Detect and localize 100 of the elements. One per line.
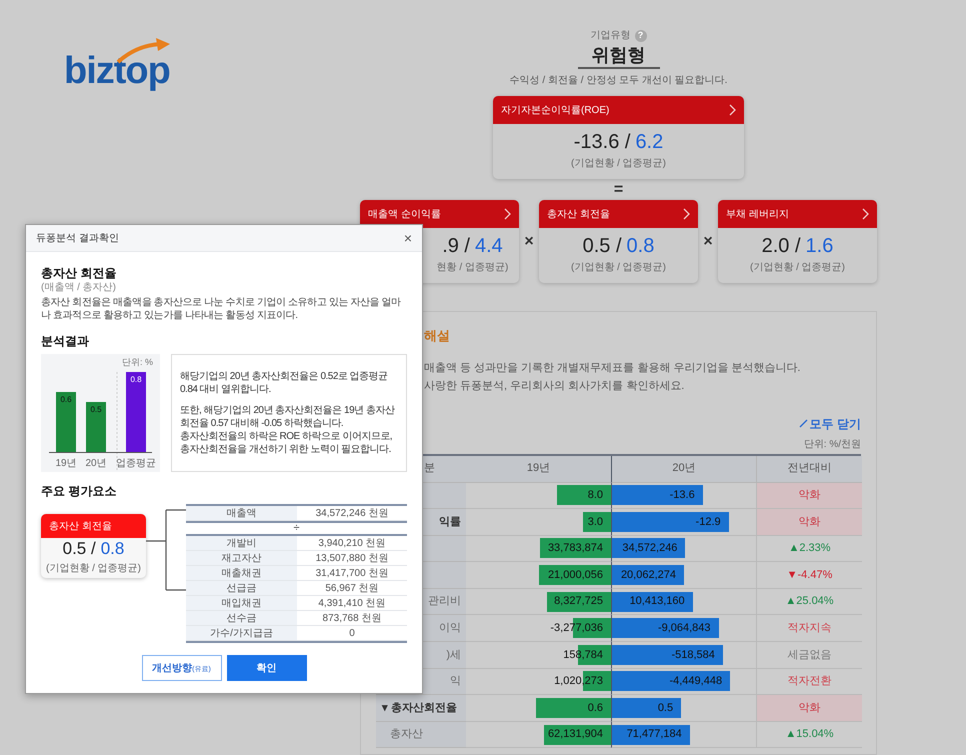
change-value: 세금없음 <box>788 648 832 663</box>
table-cell-text: 0 <box>348 627 356 640</box>
change-value: 악화 <box>798 700 820 716</box>
value-caption: (기업현황 / 업종평균) <box>750 261 845 275</box>
bar-value: 10,413,160 <box>630 594 686 610</box>
section-title: 주요 평가요소 <box>41 483 118 500</box>
bar-value: -13.6 <box>670 488 696 504</box>
row-label: ▾ 총자산회전율 <box>376 695 466 722</box>
change-value: ▼-4.47% <box>786 568 832 583</box>
average-value: 0.8 <box>100 540 124 557</box>
chart-bar <box>56 392 76 452</box>
divide-sign: ÷ <box>186 521 407 536</box>
section-title: 해설 <box>423 327 451 345</box>
average-value: 4.4 <box>474 236 503 256</box>
bar-value: -9,064,843 <box>658 621 712 636</box>
category-label: 19년 <box>55 458 77 469</box>
value-caption: (기업현황 / 업종평균) <box>46 562 141 576</box>
bar-value: 0.5 <box>658 700 674 716</box>
column-header: 20년 <box>611 456 756 482</box>
table-cell: 가수/가지급금 <box>186 626 297 640</box>
logo: biztop <box>64 52 170 90</box>
chevron-right-icon <box>504 208 511 220</box>
type-summary: 수익성 / 회전율 / 안정성 모두 개선이 필요합니다. <box>508 74 728 88</box>
times-sign: × <box>524 232 534 252</box>
intro-text: 사랑한 듀퐁분석, 우리회사의 회사가치를 확인하세요. <box>424 379 686 394</box>
formula-text: (매출액 / 총자산) <box>41 282 117 294</box>
table-cell: 선급금 <box>186 581 297 595</box>
bar-value: 8.0 <box>588 488 604 504</box>
column-header: 전년대비 <box>756 456 862 482</box>
chevron-right-icon <box>729 104 736 116</box>
change-value: ▲15.04% <box>785 727 834 742</box>
data-label: 0.8 <box>130 375 142 384</box>
bar-value: 3.0 <box>588 514 604 530</box>
company-value: .9 / <box>442 236 470 256</box>
description-text: 총자산 회전율은 매출액을 총자산으로 나눈 수치로 기업이 소유하고 있는 자산을 얼마나 효과적으로 활용하고 있는가를 나타내는 활동성 지표이다. <box>41 296 402 322</box>
metric-card[interactable]: 부채 레버리지 2.0 / 1.6 (기업현황 / 업종평균) <box>718 200 877 283</box>
average-value: 1.6 <box>806 236 834 256</box>
bar-value: 20,062,274 <box>620 568 677 583</box>
data-label: 0.6 <box>60 395 72 404</box>
change-value: 악화 <box>798 514 820 530</box>
card-title: 총자산 회전율 <box>49 520 112 534</box>
table-cell: 매출액 <box>186 506 297 520</box>
table-cell-text: 31,417,700 천원 <box>314 567 390 580</box>
equals-sign: = <box>612 180 624 200</box>
bar-value: -518,584 <box>671 648 716 663</box>
chart-bar <box>86 402 106 452</box>
change-value: 악화 <box>798 488 820 504</box>
metric-card[interactable]: 총자산 회전율 0.5 / 0.8 (기업현황 / 업종평균) <box>539 200 698 283</box>
table-cell: 선수금 <box>186 611 297 625</box>
section-title: 분석결과 <box>41 333 90 350</box>
value-caption: (기업현황 / 업종평균) <box>571 157 666 171</box>
close-button[interactable]: × <box>404 231 412 245</box>
data-label: 0.5 <box>90 405 102 414</box>
intro-text: 매출액 등 성과만을 기록한 개별재무제표를 활용해 우리기업을 분석했습니다. <box>424 360 802 376</box>
company-value: -13.6 / <box>574 132 630 152</box>
company-value: 0.5 / <box>62 540 96 557</box>
category-label: 업종평균 <box>116 458 156 469</box>
company-value: 0.5 / <box>582 236 622 256</box>
change-value: ▲25.04% <box>785 594 834 610</box>
bar-value: -4,449,448 <box>669 674 724 690</box>
chevron-right-icon <box>683 208 690 220</box>
bar-value: 33,783,874 <box>548 541 604 556</box>
chevron-right-icon <box>862 208 869 220</box>
average-value: 0.8 <box>626 236 654 256</box>
bar-value: 8,327,725 <box>554 594 604 610</box>
metric-heading: 총자산 회전율 <box>41 265 118 282</box>
column-header: 19년 <box>466 456 611 482</box>
row-label: 총자산 <box>376 722 466 748</box>
average-value: 6.2 <box>635 132 664 152</box>
type-value: 위험형 <box>578 43 660 69</box>
confirm-button[interactable]: 확인 <box>226 655 306 681</box>
bar-value: -12.9 <box>696 514 722 530</box>
unit-label: 단위: % <box>122 357 153 367</box>
metric-card[interactable]: 자기자본순이익률(ROE) -13.6 / 6.2 (기업현황 / 업종평균) <box>493 96 744 179</box>
bar-value: 62,131,904 <box>548 727 604 742</box>
card-title: 자기자본순이익률(ROE) <box>501 104 610 118</box>
bar-value: 0.6 <box>588 700 604 716</box>
company-value: 2.0 / <box>762 236 801 256</box>
value-caption: (기업현황 / 업종평균) <box>571 261 666 275</box>
analysis-text: 또한, 해당기업의 20년 총자산회전율은 19년 총자산회전율 0.57 대비해 -0.05 하락했습니다. <box>180 404 396 430</box>
bar-value: 71,477,184 <box>626 727 683 742</box>
table-cell-text: 13,507,880 천원 <box>314 552 390 565</box>
card-title: 부채 레버리지 <box>726 208 789 222</box>
table-cell: 매입채권 <box>186 596 297 610</box>
analysis-text: 해당기업의 20년 총자산회전율은 0.52로 업종평균 0.84 대비 열위합니다. <box>180 370 389 396</box>
table-cell: 재고자산 <box>186 551 297 565</box>
table-cell: 매출채권 <box>186 566 297 580</box>
table-cell: 개발비 <box>186 536 297 550</box>
slash-icon <box>798 419 808 428</box>
bar-value: 21,000,056 <box>548 568 604 583</box>
dialog-title: 듀퐁분석 결과확인 <box>36 232 119 246</box>
value-caption: 현황 / 업종평균) <box>436 261 508 275</box>
change-value: 적자지속 <box>788 621 832 636</box>
card-title: 매출액 순이익률 <box>368 208 441 222</box>
table-cell-text: 3,940,210 천원 <box>317 537 387 550</box>
times-sign: × <box>703 232 713 252</box>
card-title: 총자산 회전율 <box>547 208 610 222</box>
category-label: 20년 <box>85 458 107 469</box>
bar-value: 34,572,246 <box>622 541 678 556</box>
change-value: 적자전환 <box>788 674 832 690</box>
